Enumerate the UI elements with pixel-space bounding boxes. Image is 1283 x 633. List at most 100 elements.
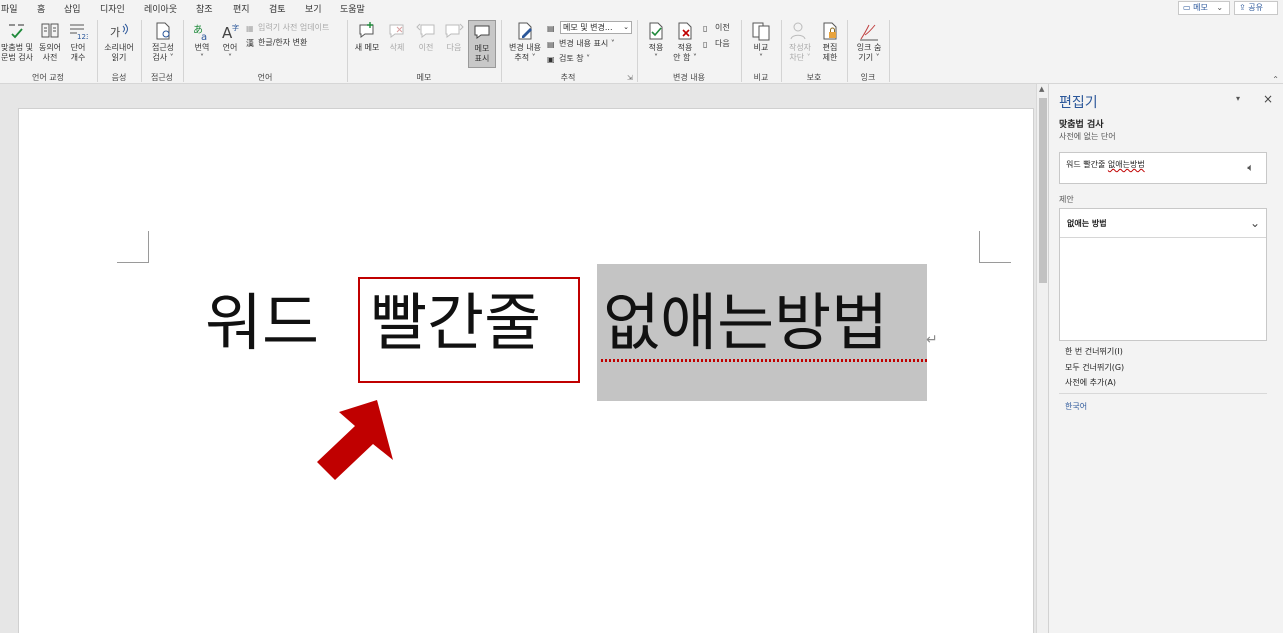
track-changes-button[interactable]: 변경 내용 추적 ˅ — [506, 21, 544, 63]
document-word-1[interactable]: 워드 — [205, 287, 319, 377]
svg-text:123: 123 — [77, 33, 88, 41]
suggestions-label: 제안 — [1059, 195, 1074, 204]
check-accessibility-button[interactable]: 접근성 검사 ˅ — [146, 21, 180, 63]
chevron-down-icon: ⌄ — [623, 23, 629, 31]
context-box: 워드 빨간줄 없애는방법 🔈︎ — [1059, 152, 1267, 184]
pane-options-icon[interactable]: ▾ — [1236, 94, 1240, 103]
translate-icon: あa — [193, 24, 207, 41]
crop-mark-left — [117, 231, 149, 263]
issue-type: 사전에 없는 단어 — [1059, 132, 1116, 141]
read-aloud-icon: 가 — [110, 23, 128, 39]
crop-mark-right — [979, 231, 1011, 263]
book-icon — [41, 23, 59, 38]
show-markup-button[interactable]: ▤ 변경 내용 표시 ˅ — [547, 38, 615, 49]
suggestion-item[interactable]: 없애는 방법 ⌄ — [1060, 209, 1266, 238]
add-to-dictionary-button[interactable]: 사전에 추가(A) — [1065, 377, 1116, 388]
tab-view[interactable]: 보기 — [305, 2, 322, 15]
hanja-icon: 漢 — [246, 39, 254, 48]
ignore-once-button[interactable]: 한 번 건너뛰기(I) — [1065, 346, 1123, 357]
share-icon: ⇪ — [1239, 3, 1246, 12]
spelling-heading: 맞춤법 검사 — [1059, 120, 1104, 130]
previous-change-icon: ▯ — [703, 24, 708, 33]
reviewing-pane-button[interactable]: ▣ 검토 창 ˅ — [547, 53, 590, 64]
language-button[interactable]: A字 언어 ˅ — [218, 21, 242, 63]
ink-icon — [860, 24, 878, 41]
svg-text:字: 字 — [232, 23, 239, 32]
context-text: 워드 빨간줄 없애는방법 — [1066, 159, 1145, 170]
close-icon[interactable]: × — [1263, 92, 1273, 106]
spelling-error-squiggle — [601, 359, 927, 362]
compare-button[interactable]: 비교 ˅ — [748, 21, 774, 63]
group-changes-label: 변경 내용 — [673, 73, 705, 82]
vertical-scrollbar[interactable]: ▲ — [1036, 84, 1048, 633]
context-prefix: 워드 빨간줄 — [1066, 160, 1108, 169]
track-changes-icon — [518, 22, 532, 40]
language-link[interactable]: 한국어 — [1065, 401, 1087, 412]
new-comment-icon — [359, 22, 374, 38]
group-compare-label: 비교 — [753, 73, 769, 82]
previous-change-button[interactable]: ▯ 이전 — [703, 22, 730, 33]
show-comments-button[interactable]: 메모 표시 — [468, 20, 496, 68]
tab-references[interactable]: 참조 — [196, 2, 213, 15]
tab-mailings[interactable]: 편지 — [233, 2, 250, 15]
word-count-button[interactable]: 123 단어 개수 — [66, 21, 90, 63]
annotation-red-box — [358, 277, 580, 383]
editor-pane-title: 편집기 — [1059, 95, 1098, 111]
hangul-hanja-button[interactable]: 漢 한글/한자 변환 — [246, 37, 307, 48]
block-authors-button[interactable]: 작성자 차단 ˅ — [784, 21, 816, 63]
group-speech-label: 음성 — [111, 73, 127, 82]
block-authors-icon — [790, 22, 806, 40]
previous-comment-button[interactable]: 이전 — [413, 21, 439, 53]
hide-ink-button[interactable]: 잉크 숨 기기 ˅ — [852, 21, 886, 63]
thesaurus-button[interactable]: 동의어 사전 — [36, 21, 64, 63]
next-change-icon: ▯ — [703, 40, 708, 49]
tab-layout[interactable]: 레이아웃 — [144, 2, 177, 15]
dictionary-icon: ▦ — [246, 24, 254, 33]
scroll-up-icon[interactable]: ▲ — [1039, 85, 1044, 93]
reject-button[interactable]: 적용 안 함 ˅ — [670, 21, 700, 63]
tab-file[interactable]: 파일 — [1, 2, 18, 15]
display-for-review-dropdown[interactable]: 메모 및 변경... ⌄ — [560, 21, 632, 34]
document-page[interactable]: 워드 빨간줄 없애는방법 ↵ — [18, 108, 1034, 633]
comment-icon: ▭ — [1183, 3, 1191, 12]
group-language-label: 언어 — [257, 73, 273, 82]
group-tracking-label: 추적 — [560, 73, 576, 82]
dialog-launcher-icon[interactable]: ⇲ — [627, 74, 633, 82]
ignore-all-button[interactable]: 모두 건너뛰기(G) — [1065, 362, 1124, 373]
comments-button[interactable]: ▭ 메모 ⌄ — [1178, 1, 1230, 15]
group-protect-label: 보호 — [806, 73, 822, 82]
tab-help[interactable]: 도움말 — [340, 2, 365, 15]
new-comment-button[interactable]: 새 메모 — [352, 21, 382, 53]
speaker-icon[interactable]: 🔈︎ — [1247, 161, 1254, 175]
context-error-word: 없애는방법 — [1107, 160, 1145, 169]
share-button[interactable]: ⇪ 공유 — [1234, 1, 1278, 15]
next-change-button[interactable]: ▯ 다음 — [703, 38, 730, 49]
group-comments-label: 메모 — [416, 73, 432, 82]
comments-label: 메모 — [1193, 3, 1208, 12]
editor-pane: 편집기 ▾ × 맞춤법 검사 사전에 없는 단어 워드 빨간줄 없애는방법 🔈︎… — [1048, 84, 1283, 633]
scrollbar-thumb[interactable] — [1039, 98, 1047, 283]
document-word-3-selected[interactable]: 없애는방법 — [603, 287, 888, 359]
spelling-grammar-button[interactable]: 맞춤법 및 문법 검사 — [0, 21, 34, 63]
next-comment-icon — [445, 23, 464, 38]
previous-comment-icon — [416, 23, 435, 38]
ribbon: 맞춤법 및 문법 검사 동의어 사전 123 단어 개수 언어 교정 가 소리내… — [0, 17, 1283, 84]
delete-comment-button[interactable]: 삭제 — [384, 21, 410, 53]
chevron-down-icon: ⌄ — [1216, 3, 1224, 12]
restrict-editing-button[interactable]: 편집 제한 — [818, 21, 842, 63]
accept-button[interactable]: 적용 ˅ — [642, 21, 670, 63]
tab-design[interactable]: 디자인 — [100, 2, 125, 15]
tab-home[interactable]: 홈 — [37, 2, 45, 15]
lock-icon — [823, 22, 837, 40]
chevron-down-icon[interactable]: ⌄ — [1250, 209, 1260, 237]
group-accessibility-label: 접근성 — [150, 73, 174, 82]
update-ime-dictionary-button[interactable]: ▦ 입력기 사전 업데이트 — [246, 22, 329, 33]
pane-divider — [1059, 393, 1267, 394]
translate-button[interactable]: あa 번역 ˅ — [188, 21, 216, 63]
tab-insert[interactable]: 삽입 — [64, 2, 81, 15]
next-comment-button[interactable]: 다음 — [441, 21, 467, 53]
read-aloud-button[interactable]: 가 소리내어 읽기 — [102, 21, 136, 63]
tab-review[interactable]: 검토 — [268, 2, 287, 19]
word-window: 파일 홈 삽입 디자인 레이아웃 참조 편지 검토 보기 도움말 ▭ 메모 ⌄ … — [0, 0, 1283, 633]
collapse-ribbon-icon[interactable]: ⌃ — [1272, 75, 1279, 84]
